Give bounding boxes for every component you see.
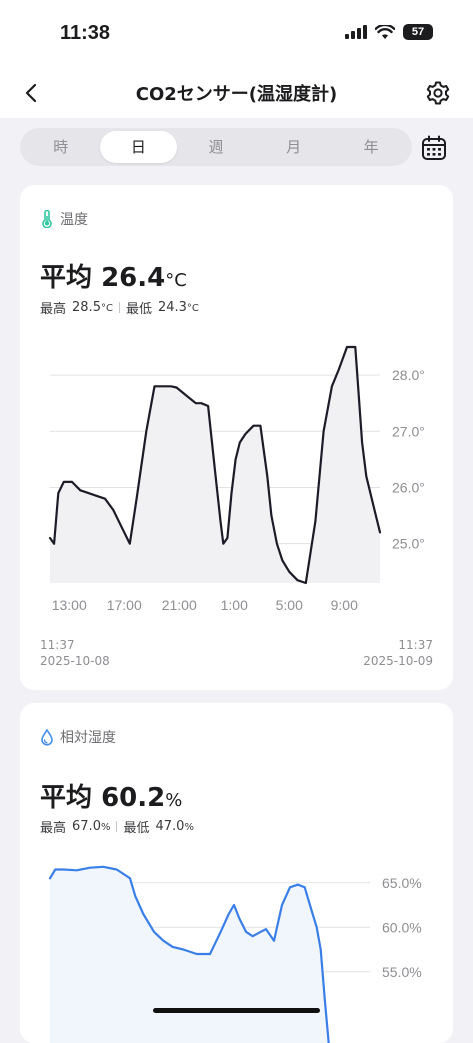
average-unit: °C [165,270,187,291]
status-icons: 57 [345,24,433,40]
temperature-chart[interactable]: 25.0° 26.0° 27.0° 28.0° 13:00 17:00 21:00 1:00 5… [20,335,453,625]
temperature-average: 平均 26.4°C [40,257,187,294]
y-tick-label: 26.0° [392,479,425,495]
max-unit: °C [100,303,113,314]
period-selector: 時 日 週 月 年 [20,128,412,166]
max-label: 最高 [40,821,67,836]
page-title: CO2センサー(温湿度計) [135,84,338,105]
average-prefix: 平均 [40,263,93,293]
y-tick-label: 65.0% [382,875,422,891]
x-tick-label: 21:00 [162,597,197,613]
range-end-time: 11:37 [398,638,433,652]
humidity-average: 平均 60.2% [40,777,182,814]
water-drop-icon [41,728,53,746]
temperature-card: 温度 平均 26.4°C 最高 28.5°C 最低 24.3°C 25.0° 26… [20,185,453,690]
x-tick-label: 1:00 [221,597,248,613]
tab-month[interactable]: 月 [255,131,333,163]
back-button[interactable] [14,76,48,110]
max-value: 28.5 [72,300,101,315]
tab-hour[interactable]: 時 [22,131,100,163]
thermometer-icon [42,210,52,228]
status-time: 11:38 [60,22,111,44]
settings-button[interactable] [421,76,455,110]
min-label: 最低 [125,302,152,317]
temperature-title: 温度 [60,212,88,228]
nav-bar: CO2センサー(温湿度計) [0,70,473,118]
divider [116,821,118,832]
gear-icon [426,81,450,105]
humidity-card: 相対湿度 平均 60.2% 最高 67.0% 最低 47.0% 55.0% 60.… [20,703,453,1043]
y-tick-label: 25.0° [392,536,425,552]
min-unit: °C [186,303,199,314]
y-tick-label: 27.0° [392,423,425,439]
chevron-left-icon [25,83,37,103]
temperature-minmax: 最高 28.5°C 最低 24.3°C [40,298,199,317]
wifi-icon [375,24,395,39]
range-start-time: 11:37 [40,638,75,652]
min-unit: % [184,822,194,833]
calendar-icon [422,135,446,160]
x-tick-label: 9:00 [331,597,358,613]
average-value: 26.4 [101,263,166,293]
tab-day[interactable]: 日 [99,131,178,163]
status-bar: 11:38 57 [0,0,473,70]
average-prefix: 平均 [40,783,93,813]
max-label: 最高 [40,302,67,317]
y-tick-label: 28.0° [392,367,425,383]
min-value: 47.0 [155,819,185,834]
humidity-chart[interactable]: 55.0% 60.0% 65.0% [20,853,453,1043]
average-value: 60.2 [101,783,166,813]
min-label: 最低 [123,821,150,836]
x-tick-label: 17:00 [107,597,142,613]
y-tick-label: 55.0% [382,964,422,980]
temperature-card-header: 温度 [40,209,88,229]
y-tick-label: 60.0% [382,919,422,935]
tab-week[interactable]: 週 [177,131,255,163]
humidity-card-header: 相対湿度 [40,727,116,747]
humidity-title: 相対湿度 [60,730,116,746]
max-value: 67.0 [72,819,101,834]
x-tick-label: 13:00 [52,597,87,613]
x-tick-label: 5:00 [276,597,303,613]
average-unit: % [165,790,183,811]
range-end: 11:37 2025-10-09 [363,637,433,669]
battery-icon: 57 [403,24,433,40]
range-start: 11:37 2025-10-08 [40,637,110,669]
max-unit: % [100,822,111,833]
min-value: 24.3 [157,300,187,315]
divider [118,302,120,313]
range-end-date: 2025-10-09 [363,654,433,668]
cellular-signal-icon [345,25,367,39]
tab-year[interactable]: 年 [332,131,410,163]
calendar-button[interactable] [418,132,450,164]
home-indicator [153,1008,320,1013]
humidity-minmax: 最高 67.0% 最低 47.0% [40,817,194,836]
range-start-date: 2025-10-08 [40,654,110,668]
